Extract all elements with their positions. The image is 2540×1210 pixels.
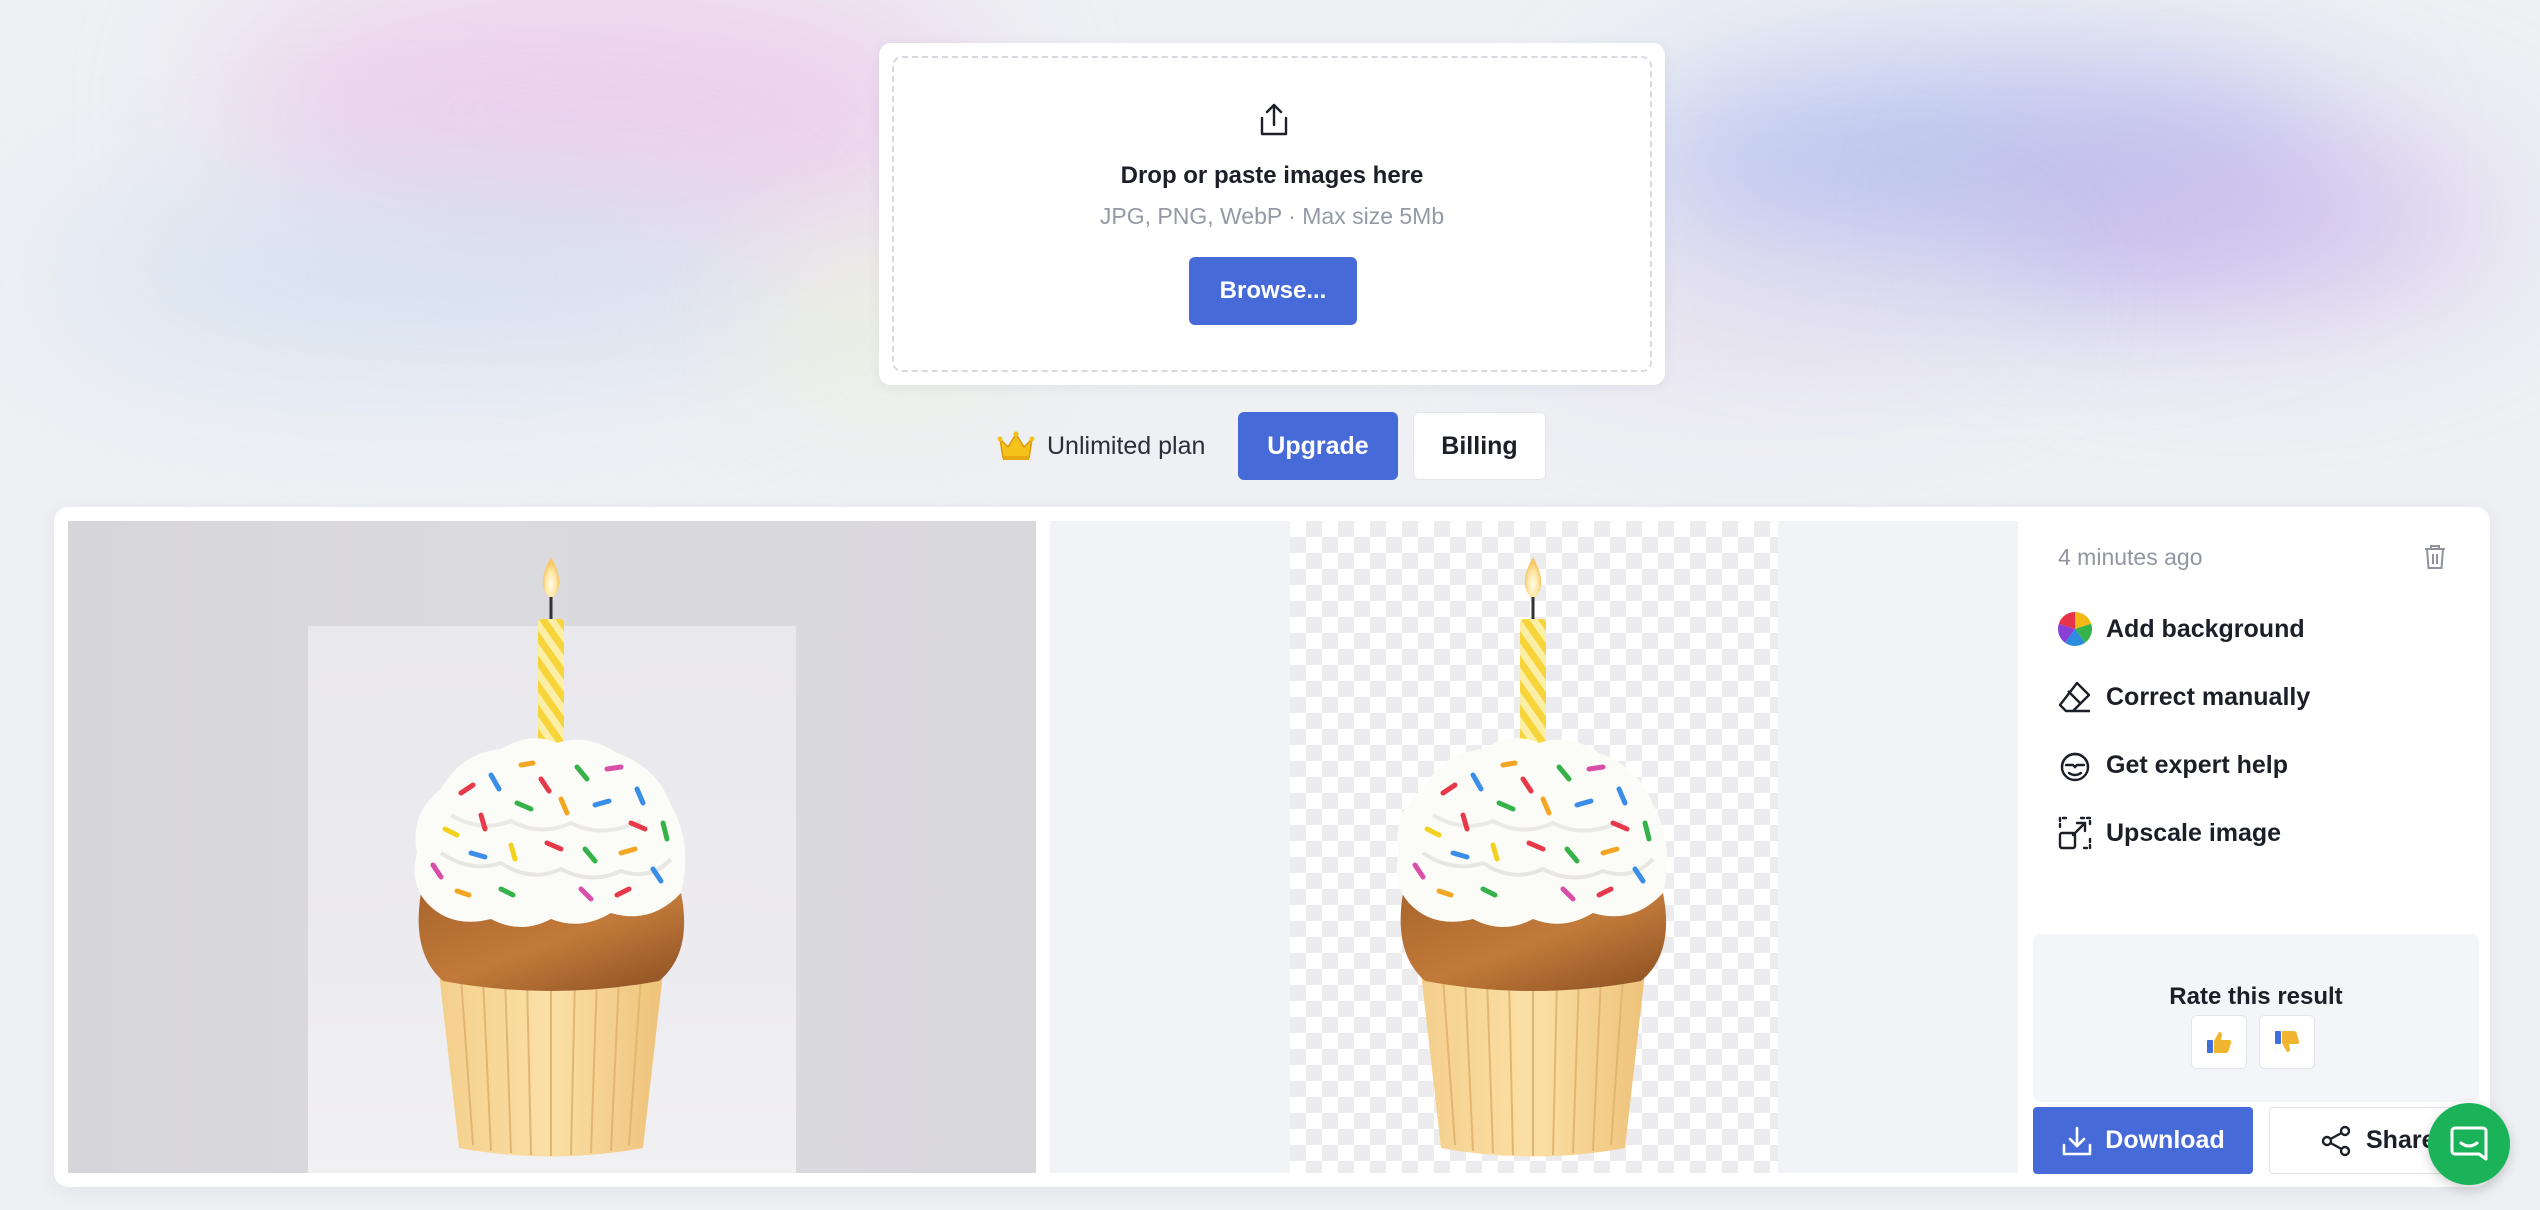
download-label: Download xyxy=(2105,1126,2225,1154)
thumbs-down-icon xyxy=(2275,1031,2300,1052)
original-image[interactable] xyxy=(68,521,1036,1173)
download-icon xyxy=(2062,1126,2092,1155)
crown-icon xyxy=(997,431,1035,460)
color-wheel-icon xyxy=(2058,612,2092,646)
correct-manually-label: Correct manually xyxy=(2106,682,2311,711)
upload-card: Drop or paste images here JPG, PNG, WebP… xyxy=(879,43,1665,385)
trash-icon[interactable] xyxy=(2423,544,2447,570)
download-button[interactable]: Download xyxy=(2033,1107,2253,1174)
share-icon xyxy=(2321,1125,2351,1156)
rate-title: Rate this result xyxy=(2169,983,2343,1010)
drop-subtitle: JPG, PNG, WebP · Max size 5Mb xyxy=(1099,203,1445,229)
drop-title: Drop or paste images here xyxy=(1120,162,1424,189)
result-image[interactable] xyxy=(1050,521,2018,1173)
upscale-image-label: Upscale image xyxy=(2106,818,2282,847)
result-side-panel: 4 minutes ago Add background Correct man… xyxy=(2018,507,2490,1187)
rate-result-box: Rate this result xyxy=(2033,934,2479,1102)
timestamp: 4 minutes ago xyxy=(2058,544,2203,570)
result-card: 4 minutes ago Add background Correct man… xyxy=(54,507,2490,1187)
correct-manually-button[interactable]: Correct manually xyxy=(2056,675,2436,719)
browse-button[interactable]: Browse... xyxy=(1189,257,1357,325)
upscale-icon xyxy=(2058,816,2092,850)
thumbs-up-icon xyxy=(2207,1032,2232,1053)
upscale-image-button[interactable]: Upscale image xyxy=(2056,811,2436,855)
cutout-cupcake-image xyxy=(1363,553,1703,1173)
share-label: Share xyxy=(2366,1126,2436,1154)
upload-icon xyxy=(1260,103,1288,136)
thumbs-up-button[interactable] xyxy=(2191,1015,2247,1069)
expert-icon xyxy=(2060,752,2090,782)
chat-support-button[interactable] xyxy=(2428,1103,2510,1185)
chat-icon xyxy=(2450,1126,2488,1161)
thumbs-down-button[interactable] xyxy=(2259,1015,2315,1069)
cupcake-image xyxy=(381,553,721,1173)
eraser-icon xyxy=(2058,681,2091,713)
drop-zone[interactable]: Drop or paste images here JPG, PNG, WebP… xyxy=(892,56,1652,372)
upgrade-button[interactable]: Upgrade xyxy=(1238,412,1398,480)
billing-button[interactable]: Billing xyxy=(1413,412,1546,480)
add-background-label: Add background xyxy=(2106,614,2305,643)
get-expert-help-label: Get expert help xyxy=(2106,750,2288,779)
plan-row: Unlimited plan Upgrade Billing xyxy=(0,412,2540,480)
add-background-button[interactable]: Add background xyxy=(2056,607,2436,651)
plan-label: Unlimited plan xyxy=(1047,432,1206,460)
get-expert-help-button[interactable]: Get expert help xyxy=(2056,743,2436,787)
